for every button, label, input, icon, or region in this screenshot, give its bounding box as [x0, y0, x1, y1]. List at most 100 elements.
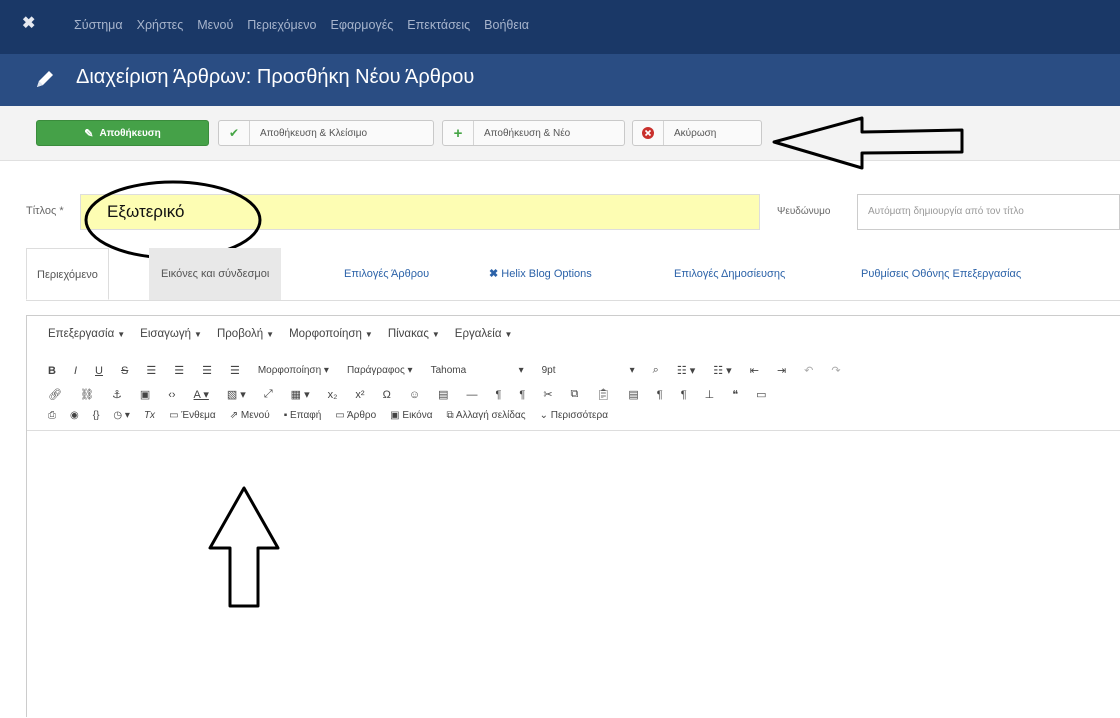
helix-icon: ✖: [489, 268, 499, 280]
indent-icon[interactable]: ⇥: [777, 364, 786, 377]
italic-icon[interactable]: I: [74, 365, 77, 377]
background-color-icon[interactable]: ▧ ▾: [227, 388, 246, 401]
code-icon[interactable]: ‹›: [168, 389, 175, 401]
tab-editor-screen-settings[interactable]: Ρυθμίσεις Οθόνης Επεξεργασίας: [861, 248, 1021, 300]
size-select-caret-icon[interactable]: ▾: [630, 365, 635, 376]
align-center-icon[interactable]: ☰: [174, 364, 184, 377]
show-blocks-icon[interactable]: ¶: [657, 389, 663, 401]
readmore-button[interactable]: ⌄ Περισσότερα: [540, 410, 608, 421]
print-icon[interactable]: ⎙: [48, 410, 56, 421]
font-select-caret-icon[interactable]: ▾: [519, 365, 524, 376]
image-icon[interactable]: ▣: [140, 388, 150, 401]
unlink-icon[interactable]: ⛓: [80, 388, 94, 401]
anchor-icon[interactable]: ⚓︎: [112, 388, 122, 401]
cut-icon[interactable]: ✂: [543, 388, 552, 401]
editor-toolbar-row-2: 🔗︎ ⛓ ⚓︎ ▣ ‹› A ▾ ▧ ▾ ⤢ ▦ ▾ x₂ x² Ω ☺ ▤ —…: [48, 388, 767, 401]
copy-page-icon: ⧉: [446, 410, 454, 421]
page-break-button[interactable]: ⧉ Αλλαγή σελίδας: [447, 410, 526, 421]
share-icon: ⇗: [229, 410, 239, 421]
menu-item-menus[interactable]: Μενού: [197, 18, 233, 32]
undo-icon[interactable]: ↶: [804, 364, 813, 377]
size-select[interactable]: 9pt: [542, 365, 612, 376]
preview-icon[interactable]: ◉: [70, 410, 79, 421]
save-new-button[interactable]: + Αποθήκευση & Νέο: [442, 120, 625, 146]
editor-menu-insert[interactable]: Εισαγωγή ▼: [140, 328, 202, 340]
subscript-icon[interactable]: x₂: [328, 389, 338, 401]
page-title: Διαχείριση Άρθρων: Προσθήκη Νέου Άρθρου: [76, 66, 475, 88]
bold-icon[interactable]: B: [48, 365, 56, 377]
article-button[interactable]: ▭ Άρθρο: [335, 410, 376, 421]
save-button[interactable]: ✎ Αποθήκευση: [36, 120, 209, 146]
format-select[interactable]: Μορφοποίηση ▾: [258, 365, 329, 376]
media-icon[interactable]: ▤: [438, 388, 448, 401]
redo-icon[interactable]: ↷: [831, 364, 840, 377]
tab-publishing-options[interactable]: Επιλογές Δημοσίευσης: [674, 248, 785, 300]
font-select[interactable]: Tahoma: [431, 365, 501, 376]
caret-down-icon: ▼: [431, 330, 440, 339]
tab-helix-blog-options[interactable]: ✖ Helix Blog Options: [489, 248, 592, 300]
align-right-icon[interactable]: ☰: [202, 364, 212, 377]
editor-menubar: Επεξεργασία ▼ Εισαγωγή ▼ Προβολή ▼ Μορφοποί…: [48, 328, 512, 340]
outdent-icon[interactable]: ⇤: [750, 364, 759, 377]
table-icon[interactable]: ▦ ▾: [291, 388, 310, 401]
editor-menu-format[interactable]: Μορφοποίηση ▼: [289, 328, 373, 340]
contact-button[interactable]: ▪ Επαφή: [284, 410, 322, 421]
tab-content[interactable]: Περιεχόμενο: [26, 248, 109, 300]
menu-item-extensions[interactable]: Επεκτάσεις: [407, 18, 470, 32]
paste-text-icon[interactable]: ▤: [628, 388, 638, 401]
insert-datetime-icon[interactable]: ◷ ▾: [113, 410, 130, 421]
menu-item-content[interactable]: Περιεχόμενο: [247, 18, 316, 32]
numbered-list-icon[interactable]: ☷ ▾: [713, 364, 731, 377]
cancel-icon: [633, 121, 664, 145]
save-close-button[interactable]: ✔ Αποθήκευση & Κλείσιμο: [218, 120, 434, 146]
strikethrough-icon[interactable]: S: [121, 365, 128, 377]
ltr-icon[interactable]: ¶: [495, 389, 501, 401]
editor-menu-edit[interactable]: Επεξεργασία ▼: [48, 328, 125, 340]
find-icon[interactable]: ⌕: [653, 364, 659, 377]
alias-label: Ψευδώνυμο: [777, 206, 831, 217]
editor-menu-table[interactable]: Πίνακας ▼: [388, 328, 440, 340]
underline-icon[interactable]: U: [95, 365, 103, 377]
module-button[interactable]: ▭ Ένθεμα: [169, 410, 216, 421]
top-menu-bar: ✖ Σύστημα Χρήστες Μενού Περιεχόμενο Εφαρ…: [0, 0, 1120, 54]
editor-menu-view[interactable]: Προβολή ▼: [217, 328, 274, 340]
clear-formatting-icon[interactable]: Tx: [144, 410, 155, 421]
paste-icon[interactable]: 📋︎: [596, 388, 610, 401]
image-button[interactable]: ▣ Εικόνα: [390, 410, 432, 421]
menu-item-users[interactable]: Χρήστες: [137, 18, 184, 32]
menu-item-components[interactable]: Εφαρμογές: [331, 18, 394, 32]
horizontal-rule-icon[interactable]: —: [466, 389, 477, 401]
article-icon: ▭: [335, 410, 345, 421]
visual-chars-icon[interactable]: ¶: [681, 389, 687, 401]
special-char-icon[interactable]: Ω: [383, 389, 391, 401]
annotation-arrow-up: [208, 486, 280, 608]
template-icon[interactable]: ▭: [756, 388, 766, 401]
menu-button[interactable]: ⇗ Μενού: [230, 410, 270, 421]
copy-icon[interactable]: ⧉: [571, 388, 579, 401]
caret-down-icon: ▼: [364, 330, 373, 339]
rtl-icon[interactable]: ¶: [519, 389, 525, 401]
align-justify-icon[interactable]: ☰: [230, 364, 240, 377]
paragraph-select[interactable]: Παράγραφος ▾: [347, 365, 413, 376]
editor-toolbar-row-1: B I U S ☰ ☰ ☰ ☰ Μορφοποίηση ▾ Παράγραφος…: [48, 364, 841, 377]
menu-item-system[interactable]: Σύστημα: [74, 18, 123, 32]
emoticons-icon[interactable]: ☺: [409, 389, 420, 401]
joomla-logo-icon[interactable]: ✖: [22, 15, 40, 33]
nonbreaking-icon[interactable]: ⊥: [705, 388, 715, 401]
fullscreen-icon[interactable]: ⤢: [264, 388, 273, 401]
align-left-icon[interactable]: ☰: [146, 364, 156, 377]
superscript-icon[interactable]: x²: [355, 389, 364, 401]
cancel-button[interactable]: Ακύρωση: [632, 120, 762, 146]
editor-content-area[interactable]: [27, 430, 1120, 718]
chevron-down-icon: ⌄: [539, 410, 548, 421]
tab-article-options[interactable]: Επιλογές Άρθρου: [344, 248, 429, 300]
tab-images-links[interactable]: Εικόνες και σύνδεσμοι: [149, 248, 282, 300]
code-sample-icon[interactable]: {}: [93, 410, 100, 421]
menu-item-help[interactable]: Βοήθεια: [484, 18, 529, 32]
link-icon[interactable]: 🔗︎: [48, 388, 62, 401]
text-color-icon[interactable]: A ▾: [194, 388, 209, 401]
alias-input[interactable]: Αυτόματη δημιουργία από τον τίτλο: [857, 194, 1120, 230]
blockquote-icon[interactable]: ❝: [732, 388, 738, 401]
bullet-list-icon[interactable]: ☷ ▾: [677, 364, 695, 377]
editor-menu-tools[interactable]: Εργαλεία ▼: [455, 328, 513, 340]
